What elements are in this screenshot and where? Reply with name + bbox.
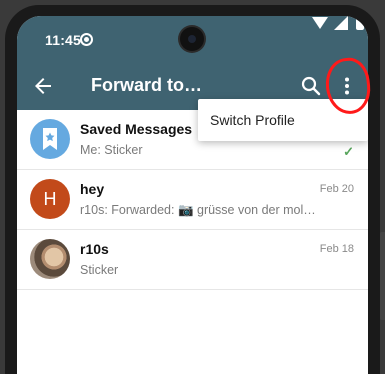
front-camera (180, 27, 204, 51)
chat-row-hey[interactable]: H hey Feb 20 r10s: Forwarded: 📷 grüsse v… (17, 170, 368, 230)
sync-icon (80, 33, 93, 46)
bookmark-icon (43, 128, 57, 150)
wifi-icon (312, 17, 328, 29)
screen: 11:45 Forward to… Saved Messages Me: Sti… (17, 16, 368, 374)
chat-name: hey (80, 181, 105, 197)
avatar (30, 119, 70, 159)
chat-message: Me: Sticker (80, 143, 143, 157)
chat-date: Feb 18 (319, 243, 354, 255)
signal-icon (334, 16, 348, 30)
battery-icon (356, 16, 364, 30)
chat-name: Saved Messages (80, 121, 193, 137)
search-icon (301, 76, 321, 96)
avatar (30, 239, 70, 279)
chat-message: Sticker (80, 263, 119, 277)
chat-date: Feb 20 (319, 183, 354, 195)
back-button[interactable] (31, 74, 55, 98)
chat-name: r10s (80, 241, 109, 257)
menu-item-switch-profile[interactable]: Switch Profile (210, 112, 295, 128)
chat-row-r10s[interactable]: r10s Feb 18 Sticker (17, 230, 368, 290)
check-icon: ✓ (343, 144, 354, 159)
avatar: H (30, 179, 70, 219)
phone-side-button (380, 232, 385, 320)
chat-message: r10s: Forwarded: 📷 grüsse von der mol… (80, 203, 316, 217)
arrow-back-icon (35, 78, 51, 94)
status-bar: 11:45 (17, 16, 368, 62)
phone-frame: 11:45 Forward to… Saved Messages Me: Sti… (0, 0, 385, 374)
status-time: 11:45 (45, 32, 82, 48)
search-button[interactable] (299, 74, 323, 98)
page-title: Forward to… (91, 75, 202, 95)
